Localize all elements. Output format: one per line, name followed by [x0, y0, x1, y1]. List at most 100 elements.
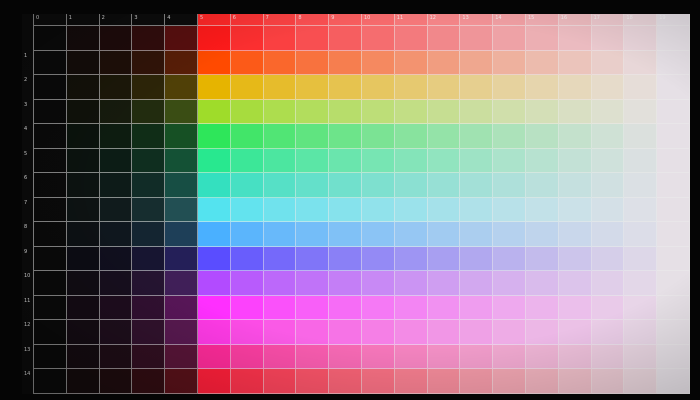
- color-cell: [132, 99, 166, 125]
- color-cell: [558, 99, 592, 125]
- color-cell: [296, 320, 330, 345]
- color-cell: [198, 295, 231, 321]
- color-cell: [66, 148, 100, 174]
- color-cell: [362, 344, 395, 370]
- color-cell: [657, 320, 690, 345]
- color-cell: [460, 197, 494, 223]
- color-cell: [296, 295, 330, 321]
- color-cell: [198, 75, 231, 100]
- color-cell: [132, 26, 166, 51]
- color-cell: [493, 320, 526, 345]
- color-cell: [296, 369, 330, 394]
- color-cell: [526, 75, 559, 100]
- column-header-5: 5: [200, 15, 204, 21]
- color-cell: [132, 295, 166, 321]
- color-cell: [493, 295, 526, 321]
- column-header-18: 18: [626, 15, 633, 21]
- color-cell: [296, 222, 330, 247]
- column-header-8: 8: [298, 15, 302, 21]
- color-cell: [165, 26, 198, 51]
- color-cell: [526, 369, 559, 394]
- column-header-16: 16: [560, 15, 568, 21]
- color-cell: [34, 344, 67, 370]
- color-cell: [296, 173, 330, 198]
- color-cell: [296, 124, 330, 149]
- row-header-11: 11: [24, 297, 31, 304]
- color-cell: [558, 148, 592, 174]
- row-header-14: 14: [24, 371, 31, 378]
- color-cell: [132, 222, 166, 247]
- color-cell: [66, 344, 100, 370]
- color-cell: [165, 271, 198, 296]
- color-cell: [165, 246, 198, 272]
- row-header-7: 7: [24, 199, 28, 206]
- color-cell: [591, 148, 625, 174]
- color-cell: [99, 222, 133, 247]
- color-cell: [230, 26, 264, 51]
- color-cell: [394, 295, 428, 321]
- color-cell: [263, 26, 297, 51]
- color-cell: [230, 50, 264, 76]
- color-cell: [66, 295, 100, 321]
- color-cell: [591, 124, 625, 149]
- color-cell: [493, 50, 526, 76]
- color-cell: [624, 148, 658, 174]
- color-cell: [230, 271, 264, 296]
- color-cell: [99, 26, 133, 51]
- color-cell: [34, 173, 67, 198]
- color-cell: [230, 75, 264, 100]
- color-cell: [624, 50, 658, 76]
- color-cell: [263, 271, 297, 296]
- color-cell: [657, 197, 690, 223]
- color-cell: [362, 124, 395, 149]
- color-cell: [657, 50, 690, 76]
- color-cell: [34, 369, 67, 394]
- color-cell: [493, 197, 526, 223]
- color-cell: [99, 271, 133, 296]
- color-cell: [624, 99, 658, 125]
- column-header-13: 13: [462, 15, 469, 21]
- color-cell: [526, 173, 559, 198]
- color-cell: [493, 344, 526, 370]
- color-cell: [165, 50, 198, 76]
- color-cell: [558, 344, 592, 370]
- column-header-7: 7: [265, 15, 269, 21]
- color-cell: [34, 50, 67, 76]
- color-cell: [296, 148, 330, 174]
- color-cell: [263, 246, 297, 272]
- color-cell: [165, 369, 198, 394]
- color-cell: [427, 124, 461, 149]
- color-cell: [66, 271, 100, 296]
- color-cell: [394, 75, 428, 100]
- color-cell: [66, 246, 100, 272]
- color-cell: [132, 320, 166, 345]
- column-header-19: 19: [659, 15, 666, 21]
- color-cell: [66, 320, 100, 345]
- column-header-9: 9: [331, 15, 335, 21]
- color-cell: [394, 50, 428, 76]
- color-cell: [591, 197, 625, 223]
- color-cell: [66, 26, 100, 51]
- color-cell: [34, 148, 67, 174]
- color-cell: [263, 197, 297, 223]
- color-cell: [427, 26, 461, 51]
- color-cell: [427, 369, 461, 394]
- color-cell: [460, 148, 494, 174]
- color-cell: [329, 344, 362, 370]
- color-cell: [624, 246, 658, 272]
- row-header-4: 4: [24, 126, 28, 133]
- color-cell: [66, 50, 100, 76]
- color-cell: [657, 369, 690, 394]
- color-cell: [427, 197, 461, 223]
- color-cell: [329, 271, 362, 296]
- color-cell: [624, 75, 658, 100]
- color-cell: [34, 222, 67, 247]
- color-cell: [230, 148, 264, 174]
- color-cell: [624, 173, 658, 198]
- color-cell: [132, 197, 166, 223]
- color-cell: [657, 26, 690, 51]
- color-cell: [427, 295, 461, 321]
- color-cell: [558, 271, 592, 296]
- color-cell: [329, 369, 362, 394]
- color-cell: [263, 344, 297, 370]
